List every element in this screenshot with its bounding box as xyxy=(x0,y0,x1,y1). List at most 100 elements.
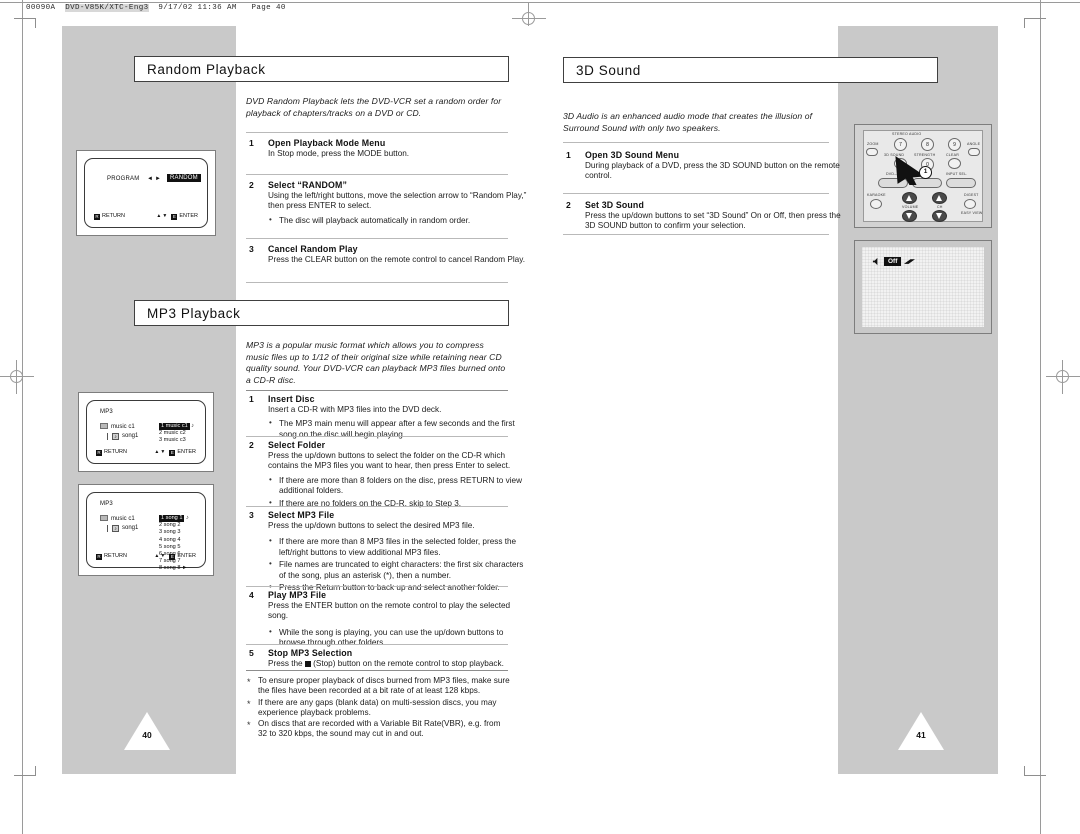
intro-random-playback: DVD Random Playback lets the DVD-VCR set… xyxy=(246,96,502,118)
registration-mark-left xyxy=(0,360,34,394)
osd-3d-sound-state: Off xyxy=(884,257,902,266)
step-body: Press the CLEAR button on the remote con… xyxy=(268,255,525,264)
section-title-random-playback: Random Playback xyxy=(134,56,509,82)
divider-random-3 xyxy=(246,282,508,283)
divider-mp3-4 xyxy=(246,644,508,645)
step-number: 5 xyxy=(249,648,254,658)
section-random-playback: Random Playback xyxy=(134,56,509,82)
osd-lr-arrows-icon: ◄ ► xyxy=(147,176,162,182)
osd-file-list: 1 music c1 ♪ 2 music c2 3 music c3 xyxy=(159,423,194,445)
bullet-item: The MP3 main menu will appear after a fe… xyxy=(268,418,530,440)
divider-mp3-5 xyxy=(246,670,508,671)
osd-updown-hint: ▲▼ E ENTER xyxy=(154,553,196,560)
osd-file-list: 1 song 1 ♪ 2 song 2 3 song 3 4 song 4 5 … xyxy=(159,515,189,573)
step-random-3: 3 Cancel Random Play Press the CLEAR but… xyxy=(246,244,530,265)
divider-3d-2 xyxy=(563,234,829,235)
step-mp3-2: 2 Select Folder Press the up/down button… xyxy=(246,440,530,511)
osd-return-hint: R RETURN xyxy=(94,213,125,220)
remote-button-angle xyxy=(968,148,980,156)
intro-mp3-playback: MP3 is a popular music format which allo… xyxy=(246,340,506,385)
callout-badge-1: 1 xyxy=(919,166,932,179)
step-heading: Set 3D Sound xyxy=(585,200,644,210)
remote-button-8: 8 xyxy=(921,138,934,151)
remote-button-zoom xyxy=(866,148,878,156)
channel-up-arrow-icon xyxy=(936,195,942,201)
music-note-icon: ♪ xyxy=(112,433,119,440)
step-body-prefix: Press the xyxy=(268,659,303,668)
tree-child: ♪ song1 xyxy=(107,525,138,532)
step-3d-1: 1 Open 3D Sound Menu During playback of … xyxy=(563,150,851,182)
step-bullets: While the song is playing, you can use t… xyxy=(268,627,530,649)
file-row: 8 song 8 ► xyxy=(159,565,188,572)
step-body: In Stop mode, press the MODE button. xyxy=(268,149,410,158)
divider-mp3-0 xyxy=(246,390,508,391)
osd-program-label: PROGRAM xyxy=(107,176,140,182)
step-body: Press the up/down buttons to select the … xyxy=(268,521,475,530)
enter-key-icon: E xyxy=(169,554,176,560)
remote-label-karaoke: KARAOKE xyxy=(867,193,886,197)
osd-footer-mp3-folder: R RETURN ▲▼ E ENTER xyxy=(96,449,196,456)
osd-screen-random: PROGRAM ◄ ► RANDOM R RETURN ▲▼ E ENTER xyxy=(84,158,208,228)
prepress-slug: 00090A DVD-V85K/XTC-Eng3 9/17/02 11:36 A… xyxy=(26,4,286,12)
osd-updown-hint: ▲▼ E ENTER xyxy=(156,213,198,220)
figure-random-osd: PROGRAM ◄ ► RANDOM R RETURN ▲▼ E ENTER xyxy=(76,150,216,236)
step-heading: Select “RANDOM” xyxy=(268,180,347,190)
step-heading: Insert Disc xyxy=(268,394,315,404)
step-heading: Play MP3 File xyxy=(268,590,327,600)
remote-label-digest: DIGEST xyxy=(964,193,979,197)
divider-mp3-2 xyxy=(246,506,508,507)
figure-mp3-file-osd: MP3 music c1 ♪ song1 1 song 1 ♪ 2 song 2 … xyxy=(78,484,214,576)
section-mp3-playback: MP3 Playback xyxy=(134,300,509,326)
remote-label-clear: CLEAR xyxy=(946,153,959,157)
step-mp3-1: 1 Insert Disc Insert a CD-R with MP3 fil… xyxy=(246,394,530,442)
tree-child: ♪ song1 xyxy=(107,433,138,440)
music-note-icon: ♪ xyxy=(191,423,195,429)
osd-mp3-heading: MP3 xyxy=(100,409,113,415)
figure-remote-control: STEREO AUDIO 7 8 9 ZOOM ANGLE 3D SOUND S… xyxy=(854,124,992,228)
footnote-item: On discs that are recorded with a Variab… xyxy=(246,719,510,740)
osd-3d-sound-indicator: Off xyxy=(872,257,916,266)
step-number: 1 xyxy=(249,138,254,148)
music-note-icon: ♪ xyxy=(112,525,119,532)
osd-folder-tree: music c1 ♪ song1 xyxy=(100,515,138,532)
figure-mp3-folder-osd: MP3 music c1 ♪ song1 1 music c1 ♪ 2 music… xyxy=(78,392,214,472)
step-mp3-4: 4 Play MP3 File Press the ENTER button o… xyxy=(246,590,530,651)
divider-random-2 xyxy=(246,238,508,239)
return-key-icon: R xyxy=(96,554,102,560)
bullet-item: If there are no folders on the CD-R, ski… xyxy=(268,498,530,509)
bullet-item: The disc will playback automatically in … xyxy=(268,215,530,226)
osd-footer-random: R RETURN ▲▼ E ENTER xyxy=(94,213,198,220)
file-row: 5 song 5 xyxy=(159,543,181,550)
osd-footer-mp3-file: R RETURN ▲▼ E ENTER xyxy=(96,553,196,560)
page-number-text: 40 xyxy=(142,730,152,740)
registration-mark-right xyxy=(1046,360,1080,394)
tree-root: music c1 xyxy=(100,515,138,522)
remote-label-angle: ANGLE xyxy=(967,142,981,146)
page-number-left: 40 xyxy=(124,712,170,750)
footnote-item: To ensure proper playback of discs burne… xyxy=(246,676,510,697)
remote-label-easy-view: EASY VIEW xyxy=(961,211,983,215)
step-random-2: 2 Select “RANDOM” Using the left/right b… xyxy=(246,180,530,228)
step-number: 4 xyxy=(249,590,254,600)
divider-mp3-1 xyxy=(246,436,508,437)
step-number: 2 xyxy=(566,200,571,210)
step-body: During playback of a DVD, press the 3D S… xyxy=(585,161,840,181)
step-body: Insert a CD-R with MP3 files into the DV… xyxy=(268,405,442,414)
enter-key-icon: E xyxy=(169,450,176,456)
remote-button-9: 9 xyxy=(948,138,961,151)
printed-sheet: 00090A DVD-V85K/XTC-Eng3 9/17/02 11:36 A… xyxy=(0,0,1080,834)
step-bullets: If there are more than 8 folders on the … xyxy=(268,475,530,509)
osd-folder-tree: music c1 ♪ song1 xyxy=(100,423,138,440)
page-number-text: 41 xyxy=(916,730,926,740)
osd-updown-hint: ▲▼ E ENTER xyxy=(154,449,196,456)
prepress-file: DVD-V85K/XTC-Eng3 xyxy=(65,4,149,12)
osd-return-hint: R RETURN xyxy=(96,553,127,560)
music-note-icon: ♪ xyxy=(186,515,189,521)
step-number: 2 xyxy=(249,180,254,190)
osd-mp3-heading: MP3 xyxy=(100,501,113,507)
prepress-stamp: 9/17/02 11:36 AM xyxy=(158,4,237,12)
footnote-item: If there are any gaps (blank data) on mu… xyxy=(246,698,510,719)
section-title-3d-sound: 3D Sound xyxy=(563,57,938,83)
remote-label-ch: CH xyxy=(937,205,943,209)
file-row: 1 music c1 ♪ xyxy=(159,423,195,431)
